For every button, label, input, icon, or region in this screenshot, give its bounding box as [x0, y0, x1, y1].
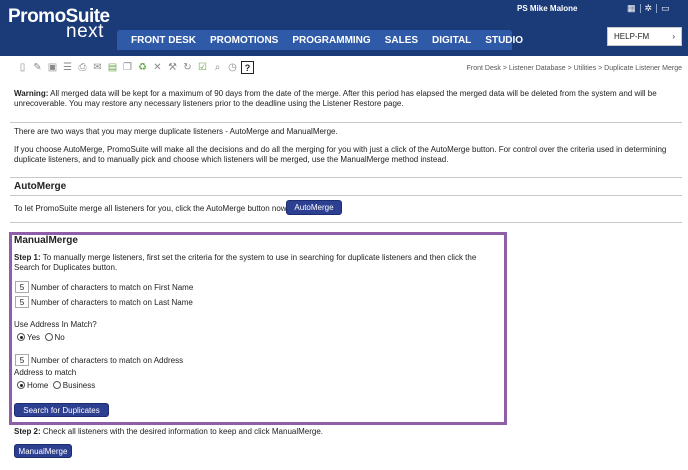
- nav-sales[interactable]: SALES: [385, 35, 418, 46]
- manualmerge-title: ManualMerge: [14, 235, 78, 246]
- tools-icon[interactable]: ⚒: [166, 61, 179, 74]
- nav-digital[interactable]: DIGITAL: [432, 35, 471, 46]
- address-chars-label: Number of characters to match on Address: [31, 356, 184, 365]
- manualmerge-button[interactable]: ManualMerge: [14, 444, 72, 458]
- address-chars-input[interactable]: 5: [15, 354, 29, 366]
- use-address-label: Use Address In Match?: [14, 320, 97, 329]
- intro-text: There are two ways that you may merge du…: [14, 127, 338, 136]
- save-icon[interactable]: ▣: [46, 61, 59, 74]
- history-icon[interactable]: ◷: [226, 61, 239, 74]
- divider: [10, 222, 682, 223]
- use-address-yes-radio[interactable]: [17, 333, 25, 341]
- help-station-selector[interactable]: HELP-FM ›: [607, 27, 682, 46]
- last-name-chars-input[interactable]: 5: [15, 296, 29, 308]
- user-name[interactable]: PS Mike Malone: [517, 4, 577, 13]
- delete-icon[interactable]: ✕: [151, 61, 164, 74]
- toolbar: ▯ ✎ ▣ ☰ ⎙ ✉ ▤ ❐ ♻ ✕ ⚒ ↻ ☑ ⌕ ◷ ?: [16, 61, 254, 74]
- step2-body: Check all listeners with the desired inf…: [40, 427, 324, 436]
- nav-programming[interactable]: PROGRAMMING: [292, 35, 370, 46]
- gear-icon[interactable]: ✲: [645, 3, 653, 13]
- divider: [10, 122, 682, 123]
- address-home-radio[interactable]: [17, 381, 25, 389]
- search-icon[interactable]: ⌕: [211, 61, 224, 74]
- step1-body: To manually merge listeners, first set t…: [14, 253, 477, 272]
- use-address-radio-group: Yes No: [17, 333, 65, 343]
- excel-icon[interactable]: ▤: [106, 61, 119, 74]
- use-address-no-label: No: [54, 333, 65, 342]
- nav-promotions[interactable]: PROMOTIONS: [210, 35, 278, 46]
- edit-icon[interactable]: ✎: [31, 61, 44, 74]
- app-header: PromoSuite next PS Mike Malone ▦ ✲ ▭ FRO…: [0, 0, 688, 56]
- breadcrumb: Front Desk > Listener Database > Utiliti…: [466, 65, 682, 72]
- email-icon[interactable]: ✉: [91, 61, 104, 74]
- address-type-radio-group: Home Business: [17, 381, 95, 391]
- new-page-icon[interactable]: ▯: [16, 61, 29, 74]
- refresh-icon[interactable]: ↻: [181, 61, 194, 74]
- step2-text: Step 2: Check all listeners with the des…: [14, 427, 323, 437]
- help-icon[interactable]: ?: [241, 61, 254, 74]
- address-to-match-label: Address to match: [14, 368, 77, 377]
- help-station-label: HELP-FM: [614, 32, 650, 41]
- address-business-radio[interactable]: [52, 381, 61, 389]
- first-name-chars-input[interactable]: 5: [15, 281, 29, 293]
- warning-body: All merged data will be kept for a maxim…: [14, 89, 657, 108]
- first-name-chars-label: Number of characters to match on First N…: [31, 283, 194, 292]
- step1-label: Step 1:: [14, 253, 41, 262]
- list-icon[interactable]: ☰: [61, 61, 74, 74]
- automerge-title: AutoMerge: [14, 181, 67, 192]
- nav-front-desk[interactable]: FRONT DESK: [131, 35, 196, 46]
- automerge-button[interactable]: AutoMerge: [286, 200, 342, 215]
- nav-studio[interactable]: STUDIO: [485, 35, 523, 46]
- use-address-yes-label: Yes: [27, 333, 41, 342]
- address-home-label: Home: [27, 381, 49, 390]
- recycle-icon[interactable]: ♻: [136, 61, 149, 74]
- divider: [10, 195, 682, 196]
- chat-icon[interactable]: ▭: [661, 3, 670, 13]
- warning-text: Warning: All merged data will be kept fo…: [14, 89, 674, 108]
- address-business-label: Business: [62, 381, 96, 390]
- logo-next: next: [66, 21, 104, 42]
- copy-icon[interactable]: ❐: [121, 61, 134, 74]
- contacts-icon[interactable]: ▦: [627, 3, 636, 13]
- last-name-chars-label: Number of characters to match on Last Na…: [31, 298, 193, 307]
- search-duplicates-button[interactable]: Search for Duplicates: [14, 403, 109, 417]
- use-address-no-radio[interactable]: [44, 333, 53, 341]
- main-nav: FRONT DESK PROMOTIONS PROGRAMMING SALES …: [117, 30, 523, 50]
- automerge-description: If you choose AutoMerge, PromoSuite will…: [14, 145, 667, 164]
- print-icon[interactable]: ⎙: [76, 61, 89, 74]
- header-icons: ▦ ✲ ▭: [627, 3, 670, 13]
- checklist-icon[interactable]: ☑: [196, 61, 209, 74]
- automerge-instructions: To let PromoSuite merge all listeners fo…: [14, 204, 289, 213]
- step2-label: Step 2:: [14, 427, 41, 436]
- chevron-right-icon: ›: [672, 32, 675, 41]
- divider: [10, 177, 682, 178]
- divider: [656, 3, 658, 13]
- warning-label: Warning:: [14, 89, 49, 98]
- divider: [639, 3, 641, 13]
- step1-text: Step 1: To manually merge listeners, fir…: [14, 253, 500, 272]
